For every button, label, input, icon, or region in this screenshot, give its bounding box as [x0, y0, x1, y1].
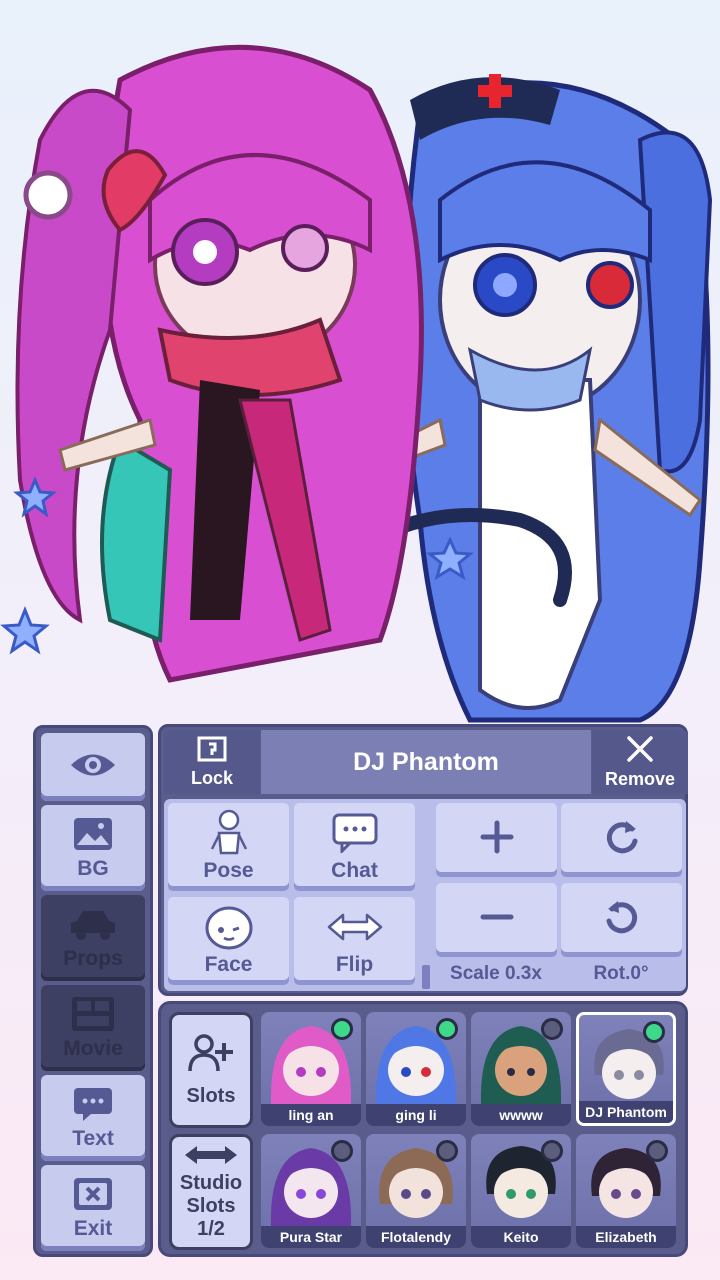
character-slot-name: Pura Star: [261, 1226, 361, 1248]
minus-icon: [479, 899, 515, 941]
slot-status-dot: [436, 1018, 458, 1040]
plus-icon: [479, 819, 515, 861]
pose-figure-icon: [209, 809, 249, 855]
face-label: Face: [204, 953, 253, 976]
slots-label: Slots: [186, 1084, 236, 1107]
scale-up-button[interactable]: [436, 803, 557, 877]
character-name-field[interactable]: DJ Phantom: [261, 730, 591, 794]
slot-status-dot: [643, 1021, 665, 1043]
lock-label: Lock: [190, 768, 233, 788]
slot-status-dot: [541, 1140, 563, 1162]
flip-button[interactable]: Flip: [294, 897, 415, 985]
add-slot-button[interactable]: Slots: [169, 1012, 253, 1128]
slot-status-dot: [331, 1140, 353, 1162]
studio-slots-line1: Studio: [179, 1171, 243, 1194]
eye-icon: [69, 746, 117, 784]
exit-button[interactable]: Exit: [41, 1165, 145, 1251]
props-label: Props: [63, 947, 123, 970]
flip-label: Flip: [335, 953, 374, 976]
exit-label: Exit: [73, 1217, 113, 1240]
close-icon: [625, 734, 655, 769]
lock-button[interactable]: Lock: [164, 730, 260, 794]
visibility-toggle-button[interactable]: [41, 733, 145, 801]
character-scene[interactable]: [0, 0, 720, 730]
text-bubble-icon: [73, 1085, 113, 1123]
slot-status-dot: [331, 1018, 353, 1040]
rotate-left-icon: [602, 817, 642, 863]
remove-label: Remove: [604, 769, 676, 789]
character-slot-name: DJ Phantom: [579, 1101, 673, 1123]
film-icon: [71, 995, 115, 1033]
character-slot-4[interactable]: DJ Phantom: [576, 1012, 676, 1126]
slot-status-dot: [436, 1140, 458, 1162]
side-menu: BG Props Movie Text Exit: [33, 725, 153, 1257]
rotate-right-icon: [602, 897, 642, 943]
movie-label: Movie: [63, 1037, 123, 1060]
character-name: DJ Phantom: [353, 747, 499, 776]
studio-slots-button[interactable]: Studio Slots 1/2: [169, 1134, 253, 1250]
character-slot-name: ling an: [261, 1104, 361, 1126]
scale-slider-handle[interactable]: [422, 965, 430, 989]
character-slot-1[interactable]: ling an: [261, 1012, 361, 1126]
double-arrow-icon: [183, 1144, 239, 1172]
character-slot-3[interactable]: wwww: [471, 1012, 571, 1126]
chat-button[interactable]: Chat: [294, 803, 415, 891]
character-top-bar: Lock DJ Phantom Remove: [164, 730, 688, 794]
exit-icon: [73, 1175, 113, 1213]
character-slot-8[interactable]: Elizabeth: [576, 1134, 676, 1248]
rotation-value: Rot.0°: [593, 963, 649, 984]
bg-button[interactable]: BG: [41, 805, 145, 891]
studio-slots-line2: Slots: [186, 1194, 236, 1217]
character-slot-7[interactable]: Keito: [471, 1134, 571, 1248]
props-button[interactable]: Props: [41, 895, 145, 981]
character-slot-2[interactable]: ging li: [366, 1012, 466, 1126]
rotate-clockwise-button[interactable]: [561, 883, 682, 957]
pose-button[interactable]: Pose: [168, 803, 289, 891]
flip-arrows-icon: [327, 905, 383, 949]
pink-character[interactable]: [15, 44, 424, 683]
pose-label: Pose: [203, 859, 254, 882]
face-icon: [204, 905, 254, 950]
character-slot-name: ging li: [366, 1104, 466, 1126]
character-slot-name: wwww: [471, 1104, 571, 1126]
image-icon: [73, 815, 113, 853]
rotate-counterclockwise-button[interactable]: [561, 803, 682, 877]
studio-slots-page: 1/2: [197, 1217, 225, 1240]
character-slot-name: Keito: [471, 1226, 571, 1248]
face-button[interactable]: Face: [168, 897, 289, 985]
car-icon: [69, 905, 117, 943]
lock-icon: [196, 735, 228, 768]
remove-button[interactable]: Remove: [592, 730, 688, 794]
character-controls: Pose Chat Face Flip Scale 0.3x Rot.0°: [164, 799, 686, 991]
text-label: Text: [72, 1127, 114, 1150]
character-slot-6[interactable]: Flotalendy: [366, 1134, 466, 1248]
chat-bubble-icon: [332, 811, 378, 855]
scale-value: Scale 0.3x: [450, 963, 542, 984]
scale-down-button[interactable]: [436, 883, 557, 957]
character-slots-panel: Slots Studio Slots 1/2 ling an ging li w…: [158, 1001, 688, 1257]
text-button[interactable]: Text: [41, 1075, 145, 1161]
slot-status-dot: [646, 1140, 668, 1162]
bg-label: BG: [77, 857, 109, 880]
character-slot-5[interactable]: Pura Star: [261, 1134, 361, 1248]
character-control-panel: Lock DJ Phantom Remove Pose Chat Face Fl…: [158, 724, 688, 996]
slot-status-dot: [541, 1018, 563, 1040]
movie-button[interactable]: Movie: [41, 985, 145, 1071]
character-slot-name: Elizabeth: [576, 1226, 676, 1248]
chat-label: Chat: [331, 859, 378, 882]
character-slot-name: Flotalendy: [366, 1226, 466, 1248]
add-user-icon: [188, 1033, 234, 1079]
